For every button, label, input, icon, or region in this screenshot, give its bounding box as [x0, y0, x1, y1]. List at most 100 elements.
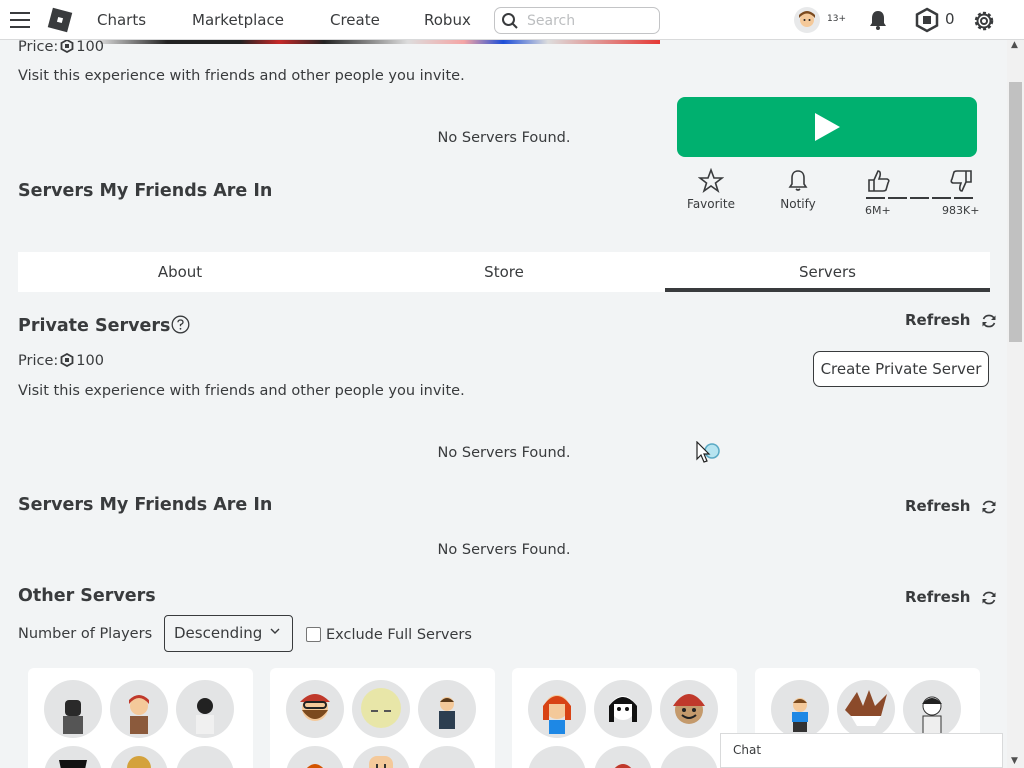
top-friends-heading: Servers My Friends Are In: [18, 181, 273, 201]
settings-gear-icon[interactable]: [971, 8, 997, 34]
scroll-down-arrow-icon[interactable]: ▼: [1011, 756, 1018, 766]
tab-about[interactable]: About: [18, 252, 342, 292]
player-avatar: [771, 680, 829, 738]
robux-balance: 0: [945, 10, 955, 28]
refresh-icon: [982, 500, 996, 514]
create-private-server-button[interactable]: Create Private Server: [813, 351, 989, 387]
nav-link-create[interactable]: Create: [330, 11, 380, 29]
player-avatar: [837, 680, 895, 738]
tab-servers[interactable]: Servers: [665, 252, 990, 292]
thumbs-down-icon: [950, 170, 972, 192]
vote-ratio-bar: [866, 197, 975, 200]
player-avatar: [176, 746, 234, 768]
roblox-logo-icon[interactable]: [46, 6, 74, 34]
notify-button[interactable]: Notify: [772, 168, 824, 211]
player-avatar: [110, 680, 168, 738]
thumbs-up-icon: [868, 170, 890, 192]
downvote-count: 983K+: [942, 204, 980, 217]
player-avatar: [903, 680, 961, 738]
search-input[interactable]: [527, 11, 655, 31]
player-avatar: [352, 680, 410, 738]
player-avatar: [44, 680, 102, 738]
scroll-up-arrow-icon[interactable]: ▲: [1011, 40, 1018, 50]
game-thumbnail-strip: [100, 40, 660, 44]
refresh-icon: [982, 314, 996, 328]
search-box[interactable]: [494, 7, 660, 34]
player-avatar: [594, 746, 652, 768]
nav-link-charts[interactable]: Charts: [97, 11, 146, 29]
private-refresh-button[interactable]: Refresh: [905, 311, 996, 329]
price-value: 100: [76, 39, 104, 55]
refresh-label: Refresh: [905, 311, 971, 329]
menu-icon[interactable]: [10, 12, 30, 28]
mouse-cursor-icon: [696, 441, 720, 463]
sort-label: Number of Players: [18, 626, 153, 642]
private-price: Price: 100: [18, 353, 104, 369]
player-avatar: [418, 680, 476, 738]
page-scrollbar[interactable]: ▲ ▼: [1007, 40, 1024, 768]
player-avatar: [418, 746, 476, 768]
player-avatar: [352, 746, 410, 768]
robux-icon: [60, 39, 74, 53]
exclude-full-servers-label[interactable]: Exclude Full Servers: [326, 627, 472, 643]
top-nav: Charts Marketplace Create Robux 13+ 0: [0, 0, 1024, 40]
player-avatar: [44, 746, 102, 768]
top-invite-text: Visit this experience with friends and o…: [18, 68, 465, 84]
private-servers-heading: Private Servers: [18, 316, 171, 336]
other-servers-heading: Other Servers: [18, 586, 156, 606]
private-no-servers: No Servers Found.: [437, 445, 571, 461]
play-button[interactable]: [677, 97, 977, 157]
favorite-button[interactable]: Favorite: [684, 167, 738, 211]
server-card: [270, 668, 495, 768]
refresh-label: Refresh: [905, 497, 971, 515]
search-icon: [502, 13, 518, 29]
top-price: Price: 100: [18, 39, 104, 55]
player-avatar: [528, 680, 586, 738]
favorite-label: Favorite: [687, 197, 735, 211]
top-no-servers: No Servers Found.: [437, 130, 571, 146]
notifications-bell-icon[interactable]: [866, 8, 890, 32]
refresh-icon: [982, 591, 996, 605]
scrollbar-thumb[interactable]: [1009, 82, 1022, 342]
friends-refresh-button[interactable]: Refresh: [905, 497, 996, 515]
bell-icon: [788, 170, 808, 191]
other-refresh-button[interactable]: Refresh: [905, 588, 996, 606]
nav-link-marketplace[interactable]: Marketplace: [192, 11, 284, 29]
sort-order-select[interactable]: Descending: [164, 615, 293, 652]
age-badge: 13+: [827, 14, 846, 24]
price-label: Price:: [18, 39, 59, 55]
server-card: [512, 668, 737, 768]
friends-servers-heading: Servers My Friends Are In: [18, 495, 273, 515]
exclude-full-servers-checkbox[interactable]: [306, 627, 321, 642]
upvote-button[interactable]: [864, 168, 894, 197]
help-icon[interactable]: [171, 315, 190, 334]
friends-no-servers: No Servers Found.: [437, 542, 571, 558]
tab-store[interactable]: Store: [342, 252, 666, 292]
upvote-count: 6M+: [865, 204, 891, 217]
user-avatar[interactable]: [794, 7, 820, 33]
downvote-button[interactable]: [946, 168, 976, 197]
game-tabs: About Store Servers: [18, 252, 990, 292]
refresh-label: Refresh: [905, 588, 971, 606]
chevron-down-icon: [270, 628, 280, 634]
player-avatar: [286, 680, 344, 738]
player-avatar: [660, 746, 718, 768]
price-value: 100: [76, 353, 104, 369]
private-invite-text: Visit this experience with friends and o…: [18, 383, 465, 399]
player-avatar: [660, 680, 718, 738]
nav-link-robux[interactable]: Robux: [424, 11, 471, 29]
page-content: Price: 100 Visit this experience with fri…: [0, 39, 1007, 768]
player-avatar: [594, 680, 652, 738]
player-avatar: [110, 746, 168, 768]
play-icon: [815, 113, 840, 141]
star-icon: [697, 167, 725, 194]
chat-label: Chat: [733, 743, 762, 757]
sort-value: Descending: [174, 624, 263, 642]
player-avatar: [286, 746, 344, 768]
price-label: Price:: [18, 353, 59, 369]
notify-label: Notify: [780, 197, 816, 211]
robux-icon: [60, 353, 74, 367]
robux-icon[interactable]: [914, 7, 940, 33]
chat-panel[interactable]: Chat: [720, 733, 1003, 768]
player-avatar: [176, 680, 234, 738]
